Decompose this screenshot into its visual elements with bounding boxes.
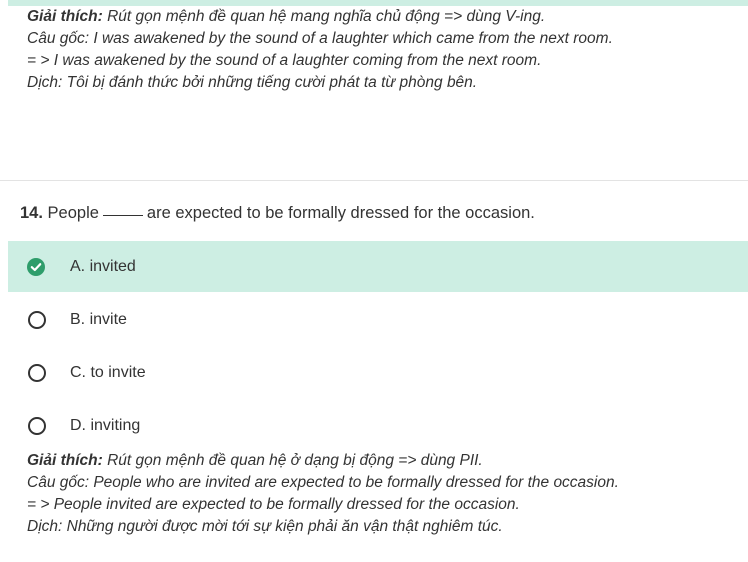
radio-button-icon[interactable] bbox=[28, 416, 46, 435]
check-circle-icon bbox=[27, 257, 45, 276]
option-c[interactable]: C. to invite bbox=[8, 347, 748, 398]
rewritten-sentence: = > People invited are expected to be fo… bbox=[27, 496, 520, 513]
explanation-summary: Giải thích: Rút gọn mệnh đề quan hệ ở dạ… bbox=[27, 450, 619, 472]
rewritten-sentence: = > I was awakened by the sound of a lau… bbox=[27, 52, 542, 69]
option-a-label: A. invited bbox=[70, 257, 136, 275]
original-sentence: Câu gốc: I was awakened by the sound of … bbox=[27, 30, 613, 47]
explanation-text: Rút gọn mệnh đề quan hệ ở dạng bị động =… bbox=[107, 452, 483, 469]
explanation-label: Giải thích: bbox=[27, 8, 103, 25]
option-b[interactable]: B. invite bbox=[8, 294, 748, 345]
radio-button-icon[interactable] bbox=[28, 310, 46, 329]
question-number: 14. bbox=[20, 204, 43, 222]
explanation-label: Giải thích: bbox=[27, 452, 103, 469]
option-d[interactable]: D. inviting bbox=[8, 400, 748, 451]
previous-explanation-summary: Giải thích: Rút gọn mệnh đề quan hệ mang… bbox=[27, 6, 613, 28]
original-sentence: Câu gốc: People who are invited are expe… bbox=[27, 474, 619, 491]
question-text-after: are expected to be formally dressed for … bbox=[146, 204, 535, 222]
question-text-before: People bbox=[47, 204, 99, 222]
answer-blank bbox=[102, 215, 143, 216]
option-a[interactable]: A. invited bbox=[8, 241, 748, 292]
option-d-label: D. inviting bbox=[70, 416, 141, 434]
question-divider bbox=[0, 180, 748, 181]
option-c-label: C. to invite bbox=[70, 363, 146, 381]
translation: Dịch: Tôi bị đánh thức bởi những tiếng c… bbox=[27, 74, 478, 91]
radio-button-icon[interactable] bbox=[28, 363, 46, 382]
explanation-text: Rút gọn mệnh đề quan hệ mang nghĩa chủ đ… bbox=[107, 8, 546, 25]
question-14: 14. People are expected to be formally dr… bbox=[20, 204, 535, 223]
option-b-label: B. invite bbox=[70, 310, 127, 328]
question-14-explanation: Giải thích: Rút gọn mệnh đề quan hệ ở dạ… bbox=[27, 450, 619, 538]
translation: Dịch: Những người được mời tới sự kiện p… bbox=[27, 518, 503, 535]
previous-explanation: Giải thích: Rút gọn mệnh đề quan hệ mang… bbox=[27, 6, 613, 94]
